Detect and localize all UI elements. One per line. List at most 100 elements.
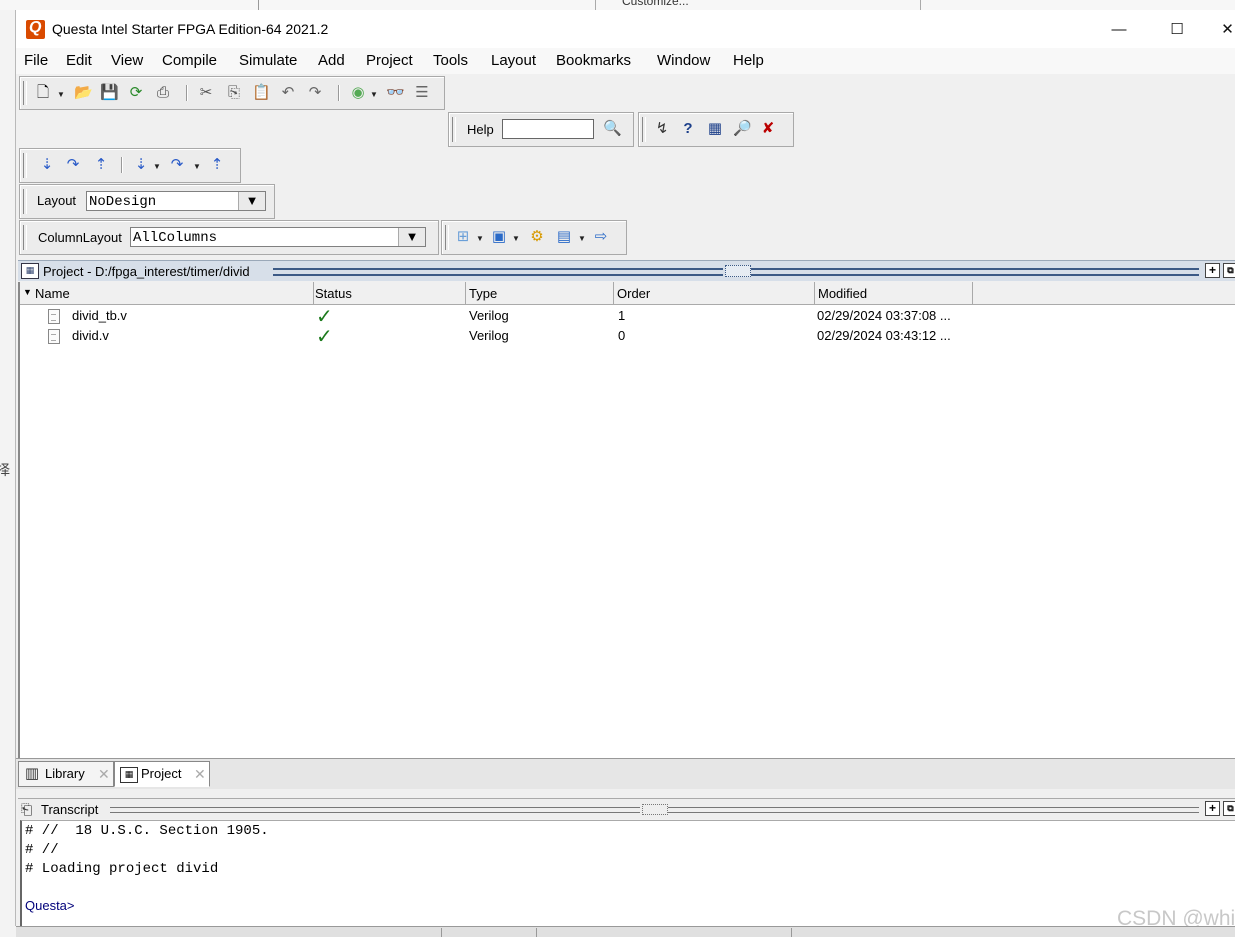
transcript-drag-handle[interactable] [642,804,668,815]
folder-dropdown-icon[interactable]: ▼ [578,234,586,243]
save-icon[interactable]: 💾 [100,84,119,102]
add-dropdown-icon[interactable]: ▼ [476,234,484,243]
transcript-line: # // 18 U.S.C. Section 1905. [25,823,269,839]
col-status[interactable]: Status [312,282,466,304]
project-settings-icon[interactable]: ⚙ [528,228,546,246]
calendar-grid-icon[interactable]: ▦ [706,120,724,138]
menu-bookmarks[interactable]: Bookmarks [556,52,631,69]
project-export-icon[interactable]: ⇨ [592,228,610,246]
table-row[interactable]: divid_tb.v ✓ Verilog 1 02/29/2024 03:37:… [20,306,1235,328]
menu-window[interactable]: Window [657,52,710,69]
col-type[interactable]: Type [466,282,614,304]
file-order: 0 [618,328,626,343]
pane-drag-handle[interactable] [725,265,751,277]
close-button[interactable]: ✕ [1214,16,1235,44]
open-folder-icon[interactable]: 📂 [74,84,93,102]
copy-icon[interactable]: ⎘ [225,84,243,102]
column-layout-toolbar: ColumnLayout AllColumns ▼ [19,220,439,255]
project-pane-title: Project - D:/fpga_interest/timer/divid [43,264,250,279]
table-row[interactable]: divid.v ✓ Verilog 0 02/29/2024 03:43:12 … [20,326,1235,348]
find-binoculars-icon[interactable]: 👓 [386,84,405,102]
sort-arrow-icon[interactable]: ▼ [23,287,32,297]
column-header: ▼ Name Status Type Order Modified [20,282,1235,305]
menu-tools[interactable]: Tools [433,52,468,69]
print-icon[interactable]: ⎙ [154,84,172,102]
tab-project[interactable]: ▦ Project ✕ [114,761,210,787]
menu-project[interactable]: Project [366,52,413,69]
tab-project-label: Project [141,766,182,781]
new-file-icon[interactable]: 🗋 [34,84,52,102]
file-name: divid.v [72,328,109,343]
project-folder-icon[interactable]: ▤ [555,228,573,246]
step-over-dropdown-icon[interactable]: ▼ [193,162,201,171]
step-out-icon[interactable]: ⇡ [92,156,110,174]
step-toolbar: ⇣ ↷ ⇡ ⇣ ▼ ↷ ▼ ⇡ [19,148,241,183]
background-app-edge: 择 [0,10,15,926]
transcript-console[interactable]: # // 18 U.S.C. Section 1905. # // # Load… [20,820,1235,930]
close-icon[interactable]: ✕ [194,762,206,786]
step-into-list-icon[interactable]: ⇣ [132,156,150,174]
pane-add-icon[interactable]: + [1205,801,1220,816]
pane-undock-icon[interactable]: ⧉ [1223,263,1235,278]
step-over-icon[interactable]: ↷ [64,156,82,174]
paste-icon[interactable]: 📋 [252,84,271,102]
transcript-line: # // [25,842,59,858]
command-prompt[interactable]: Questa> [25,898,75,913]
title-bar[interactable]: Q Questa Intel Starter FPGA Edition-64 2… [16,10,1235,48]
help-search-input[interactable] [502,119,594,139]
verilog-file-icon [48,309,60,324]
col-name[interactable]: Name [32,282,314,304]
tab-library[interactable]: ▥ Library ✕ [18,761,114,787]
column-layout-select[interactable]: AllColumns ▼ [130,227,426,247]
help-label: Help [467,122,494,137]
col-order[interactable]: Order [614,282,815,304]
transcript-icon: ⎗ [21,801,33,817]
help-search-icon[interactable]: 🔍 [603,120,622,138]
file-modified: 02/29/2024 03:43:12 ... [817,328,951,343]
layout-select[interactable]: NoDesign ▼ [86,191,266,211]
transcript-title: Transcript [41,802,99,817]
chevron-down-icon[interactable]: ▼ [398,228,425,246]
add-to-project-icon[interactable]: ⊞ [454,228,472,246]
project-toolbar: ⊞ ▼ ▣ ▼ ⚙ ▤ ▼ ⇨ [441,220,627,255]
menu-help[interactable]: Help [733,52,764,69]
step-out-list-icon[interactable]: ⇡ [208,156,226,174]
close-icon[interactable]: ✕ [98,762,110,786]
help-topics-icon[interactable]: ? [679,120,697,138]
whats-this-icon[interactable]: ↯ [653,120,671,138]
cut-icon[interactable]: ✂ [197,84,215,102]
project-pane-header[interactable]: ▦ Project - D:/fpga_interest/timer/divid… [18,260,1235,281]
undo-icon[interactable]: ↶ [279,84,297,102]
menu-file[interactable]: File [24,52,48,69]
redo-icon[interactable]: ↷ [306,84,324,102]
layout-select-value: NoDesign [89,194,157,210]
step-into-dropdown-icon[interactable]: ▼ [153,162,161,171]
menu-layout[interactable]: Layout [491,52,536,69]
transcript-pane-header[interactable]: ⎗ Transcript + ⧉ [18,798,1235,819]
chevron-down-icon[interactable]: ▼ [238,192,265,210]
questa-logo-icon: Q [26,19,45,39]
menu-add[interactable]: Add [318,52,345,69]
new-project-file-icon[interactable]: ▣ [490,228,508,246]
search-doc-icon[interactable]: 🔎 [733,120,752,138]
maximize-button[interactable]: ☐ [1154,16,1200,44]
compile-icon[interactable]: ◉ [349,84,367,102]
menu-edit[interactable]: Edit [66,52,92,69]
step-over-list-icon[interactable]: ↷ [168,156,186,174]
compile-dropdown-arrow-icon[interactable]: ▼ [370,90,378,99]
refresh-icon[interactable]: ⟳ [127,84,145,102]
list-icon[interactable]: ☰ [413,84,431,102]
minimize-button[interactable]: — [1096,16,1142,44]
step-into-icon[interactable]: ⇣ [38,156,56,174]
pane-add-icon[interactable]: + [1205,263,1220,278]
menu-view[interactable]: View [111,52,143,69]
menu-compile[interactable]: Compile [162,52,217,69]
pane-undock-icon[interactable]: ⧉ [1223,801,1235,816]
menu-simulate[interactable]: Simulate [239,52,297,69]
file-name: divid_tb.v [72,308,127,323]
close-doc-icon[interactable]: ✘ [759,120,777,138]
col-modified[interactable]: Modified [815,282,973,304]
new-dropdown-arrow-icon[interactable]: ▼ [57,90,65,99]
status-bar [16,926,1235,937]
new-file-dropdown-icon[interactable]: ▼ [512,234,520,243]
